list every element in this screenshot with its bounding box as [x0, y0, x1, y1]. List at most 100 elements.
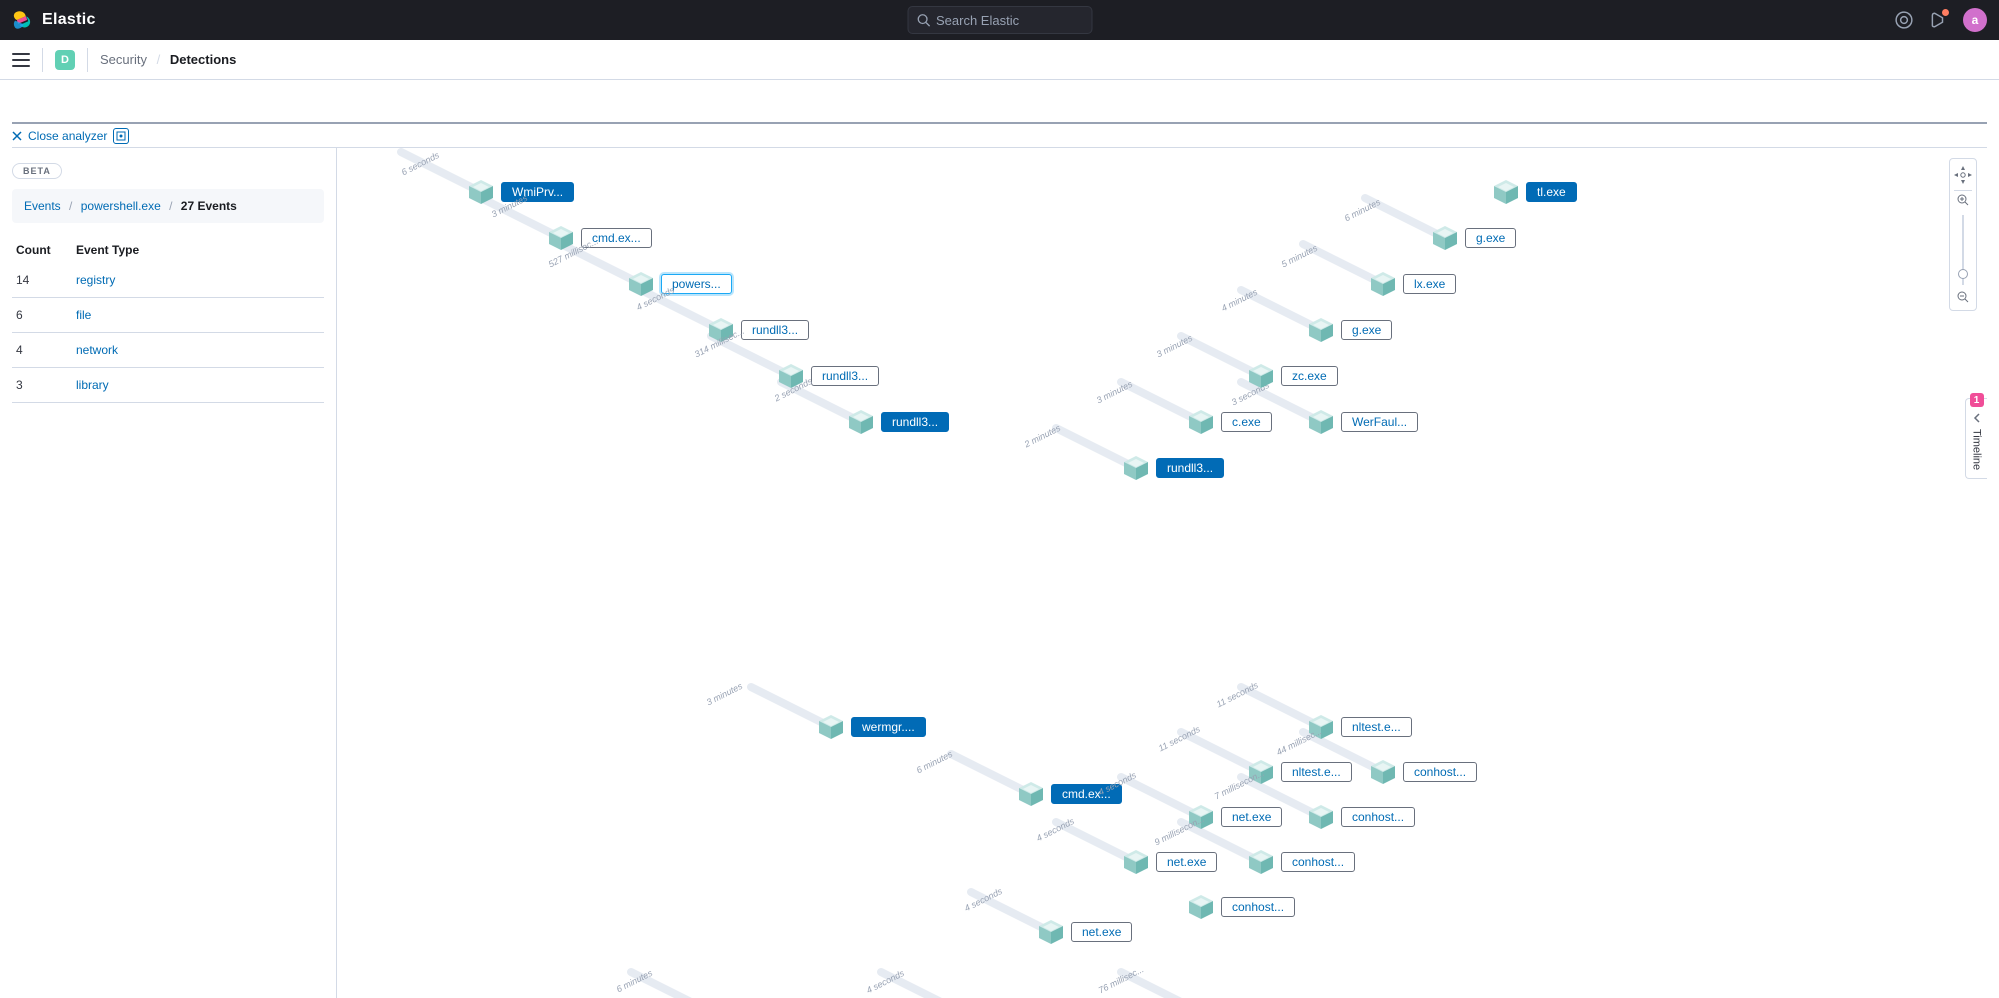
edge-duration-label: 3 minutes: [1155, 333, 1194, 360]
process-node[interactable]: rundll3...: [707, 316, 809, 344]
zoom-slider[interactable]: [1962, 215, 1964, 285]
process-label: wermgr....: [851, 717, 926, 737]
process-graph-canvas[interactable]: WmiPrv... 6 seconds cmd.ex... 3 minutes po…: [337, 148, 1987, 998]
events-table: Count Event Type 14registry6file4network…: [12, 237, 324, 403]
table-row[interactable]: 4network: [12, 333, 324, 368]
edge-duration-label: 76 millisec...: [1097, 964, 1146, 995]
global-search[interactable]: Search Elastic: [907, 6, 1092, 34]
analyzer-view-icon[interactable]: [113, 128, 129, 144]
process-node[interactable]: rundll3...: [847, 408, 949, 436]
process-cube-icon: [1307, 316, 1335, 344]
col-type: Event Type: [72, 237, 324, 263]
process-cube-icon: [1122, 848, 1150, 876]
process-cube-icon: [777, 362, 805, 390]
close-analyzer-button[interactable]: Close analyzer: [12, 129, 107, 143]
process-label: conhost...: [1281, 852, 1355, 872]
edge-duration-label: 6 minutes: [1343, 197, 1382, 224]
table-row[interactable]: 3library: [12, 368, 324, 403]
process-label: rundll3...: [811, 366, 879, 386]
edge-duration-label: 2 minutes: [1023, 423, 1062, 450]
graph-controls: [1949, 158, 1977, 311]
process-label: rundll3...: [741, 320, 809, 340]
process-label: powers...: [661, 274, 732, 294]
breadcrumbs: Security / Detections: [100, 52, 236, 67]
process-node[interactable]: c.exe: [1187, 408, 1272, 436]
process-node[interactable]: g.exe: [1431, 224, 1516, 252]
process-cube-icon: [1187, 803, 1215, 831]
process-node[interactable]: cmd.ex...: [547, 224, 652, 252]
process-label: net.exe: [1221, 807, 1282, 827]
space-selector[interactable]: D: [55, 50, 75, 70]
timeline-flyout-tab[interactable]: 1 Timeline: [1965, 398, 1987, 479]
process-cube-icon: [1247, 758, 1275, 786]
edge-duration-label: 3 minutes: [1095, 379, 1134, 406]
process-label: nltest.e...: [1341, 717, 1412, 737]
process-node[interactable]: rundll3...: [777, 362, 879, 390]
zoom-in-button[interactable]: [1957, 194, 1969, 209]
process-label: g.exe: [1341, 320, 1392, 340]
news-icon[interactable]: [1929, 11, 1947, 29]
elastic-logo-icon: [12, 10, 32, 30]
help-icon[interactable]: [1895, 11, 1913, 29]
process-label: rundll3...: [881, 412, 949, 432]
process-label: tl.exe: [1526, 182, 1577, 202]
process-node[interactable]: powers...: [627, 270, 732, 298]
timeline-label: Timeline: [1971, 429, 1983, 470]
process-label: c.exe: [1221, 412, 1272, 432]
edge-duration-label: 4 seconds: [865, 968, 906, 996]
process-cube-icon: [1037, 918, 1065, 946]
logo-area[interactable]: Elastic: [12, 10, 96, 30]
beta-badge: BETA: [12, 163, 62, 179]
global-header: Elastic Search Elastic a: [0, 0, 1999, 40]
process-node[interactable]: conhost...: [1187, 893, 1295, 921]
process-node[interactable]: conhost...: [1369, 758, 1477, 786]
process-node[interactable]: zc.exe: [1247, 362, 1338, 390]
process-cube-icon: [1122, 454, 1150, 482]
process-node[interactable]: nltest.e...: [1307, 713, 1412, 741]
process-node[interactable]: conhost...: [1307, 803, 1415, 831]
zoom-out-button[interactable]: [1957, 291, 1969, 306]
process-label: cmd.ex...: [581, 228, 652, 248]
edge-duration-label: 6 minutes: [915, 749, 954, 776]
process-cube-icon: [467, 178, 495, 206]
crumb-process[interactable]: powershell.exe: [81, 199, 161, 213]
process-node[interactable]: net.exe: [1122, 848, 1217, 876]
table-row[interactable]: 6file: [12, 298, 324, 333]
process-node[interactable]: cmd.ex...: [1017, 780, 1122, 808]
analyzer-bar: Close analyzer: [12, 122, 1987, 148]
sub-header: D Security / Detections: [0, 40, 1999, 80]
table-row[interactable]: 14registry: [12, 263, 324, 298]
nav-toggle-icon[interactable]: [12, 53, 30, 67]
user-avatar[interactable]: a: [1963, 8, 1987, 32]
process-cube-icon: [1369, 270, 1397, 298]
edge-duration-label: 5 minutes: [1280, 243, 1319, 270]
process-node[interactable]: lx.exe: [1369, 270, 1456, 298]
breadcrumb-detections[interactable]: Detections: [170, 52, 236, 67]
process-cube-icon: [1492, 178, 1520, 206]
process-node[interactable]: wermgr....: [817, 713, 926, 741]
timeline-count-badge: 1: [1970, 393, 1984, 407]
edge-duration-label: 4 seconds: [963, 886, 1004, 914]
process-node[interactable]: WmiPrv...: [467, 178, 574, 206]
process-node[interactable]: net.exe: [1187, 803, 1282, 831]
process-label: nltest.e...: [1281, 762, 1352, 782]
crumb-events[interactable]: Events: [24, 199, 61, 213]
process-node[interactable]: net.exe: [1037, 918, 1132, 946]
edge-duration-label: 11 seconds: [1157, 724, 1202, 754]
process-node[interactable]: conhost...: [1247, 848, 1355, 876]
process-label: zc.exe: [1281, 366, 1338, 386]
process-cube-icon: [1017, 780, 1045, 808]
breadcrumb-security[interactable]: Security: [100, 52, 147, 67]
header-actions: a: [1895, 8, 1987, 32]
process-cube-icon: [1307, 713, 1335, 741]
process-label: WmiPrv...: [501, 182, 574, 202]
close-icon: [12, 131, 22, 141]
process-node[interactable]: rundll3...: [1122, 454, 1224, 482]
process-node[interactable]: g.exe: [1307, 316, 1392, 344]
app-name: Elastic: [42, 11, 96, 29]
pan-control[interactable]: [1951, 163, 1975, 187]
process-node[interactable]: tl.exe: [1492, 178, 1577, 206]
edge-duration-label: 6 seconds: [400, 150, 441, 178]
process-node[interactable]: nltest.e...: [1247, 758, 1352, 786]
process-node[interactable]: WerFaul...: [1307, 408, 1418, 436]
